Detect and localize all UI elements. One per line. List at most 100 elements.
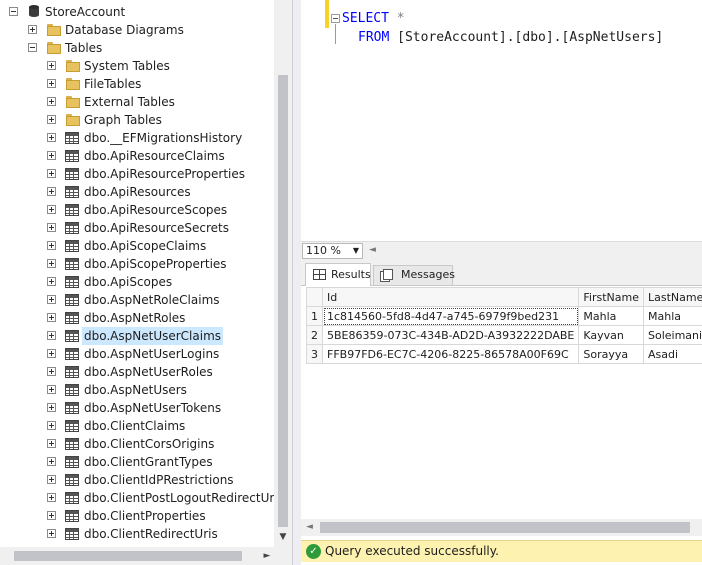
expand-toggle[interactable] [47, 259, 56, 268]
expand-toggle[interactable] [47, 475, 56, 484]
expand-toggle[interactable] [47, 223, 56, 232]
tree-node-external-tables[interactable]: External Tables [0, 93, 274, 111]
expand-toggle[interactable] [47, 115, 56, 124]
tree-node-graph-tables[interactable]: Graph Tables [0, 111, 274, 129]
expand-toggle[interactable] [47, 385, 56, 394]
scrollbar-thumb[interactable] [14, 551, 242, 561]
tree-node-table[interactable]: dbo.ClientRedirectUris [0, 525, 274, 543]
folder-icon [66, 114, 80, 126]
column-header[interactable]: LastName [642, 287, 702, 307]
expand-toggle[interactable] [47, 169, 56, 178]
table-row[interactable]: 3 FFB97FD6-EC7C-4206-8225-86578A00F69C S… [306, 344, 702, 364]
tree-node-table[interactable]: dbo.ApiScopeProperties [0, 255, 274, 273]
row-number[interactable]: 1 [306, 306, 323, 326]
tree-node-table[interactable]: dbo.AspNetUsers [0, 381, 274, 399]
expand-toggle[interactable] [47, 511, 56, 520]
grid-cell[interactable]: 5BE86359-073C-434B-AD2D-A3932222DABE [321, 325, 580, 345]
tree-node-table[interactable]: dbo.ClientCorsOrigins [0, 435, 274, 453]
tree-node-label: FileTables [84, 77, 142, 91]
tree-node-table[interactable]: dbo.ClientClaims [0, 417, 274, 435]
outline-collapse-icon[interactable] [331, 14, 340, 23]
expand-toggle[interactable] [47, 205, 56, 214]
tree-node-table[interactable]: dbo.AspNetUserRoles [0, 363, 274, 381]
tree-node-table[interactable]: dbo.ClientGrantTypes [0, 453, 274, 471]
collapse-toggle[interactable] [28, 43, 37, 52]
expand-toggle[interactable] [47, 529, 56, 538]
tree-node-tables[interactable]: Tables [0, 39, 274, 57]
tree-node-table[interactable]: dbo.__EFMigrationsHistory [0, 129, 274, 147]
tree-node-table[interactable]: dbo.ApiResources [0, 183, 274, 201]
expand-toggle[interactable] [47, 439, 56, 448]
table-row[interactable]: 1 1c814560-5fd8-4d47-a745-6979f9bed231 M… [306, 306, 702, 326]
grid-cell[interactable]: Sorayya [578, 344, 644, 364]
tree-node-system-tables[interactable]: System Tables [0, 57, 274, 75]
expand-toggle[interactable] [47, 421, 56, 430]
tree-node-table[interactable]: dbo.AspNetUserTokens [0, 399, 274, 417]
grid-cell[interactable]: Kayvan [578, 325, 644, 345]
expand-toggle[interactable] [47, 331, 56, 340]
tree-node-database-diagrams[interactable]: Database Diagrams [0, 21, 274, 39]
tree-node-table[interactable]: dbo.AspNetRoles [0, 309, 274, 327]
tree-node-label: dbo.AspNetUsers [84, 383, 187, 397]
grid-cell[interactable]: 1c814560-5fd8-4d47-a745-6979f9bed231 [321, 306, 580, 326]
expand-toggle[interactable] [47, 151, 56, 160]
expand-toggle[interactable] [47, 61, 56, 70]
expand-toggle[interactable] [47, 313, 56, 322]
pane-splitter[interactable] [292, 0, 301, 565]
tree-node-table[interactable]: dbo.AspNetUserClaims [0, 327, 274, 345]
tree-node-table[interactable]: dbo.ClientPostLogoutRedirectUris [0, 489, 284, 507]
column-header[interactable]: FirstName [578, 287, 644, 307]
tree-node-table[interactable]: dbo.ClientIdPRestrictions [0, 471, 274, 489]
tree-node-label: dbo.ClientGrantTypes [84, 455, 213, 469]
tab-messages[interactable]: Messages [373, 265, 455, 285]
grid-cell[interactable]: Mahla [578, 306, 644, 326]
expand-toggle[interactable] [47, 277, 56, 286]
tree-vertical-scrollbar[interactable]: ▼ [274, 0, 292, 547]
query-editor[interactable]: SELECT * FROM [StoreAccount].[dbo].[AspN… [301, 0, 702, 240]
expand-toggle[interactable] [47, 457, 56, 466]
expand-toggle[interactable] [47, 295, 56, 304]
tree-node-table[interactable]: dbo.ApiResourceSecrets [0, 219, 274, 237]
grid-cell[interactable]: Asadi [642, 344, 702, 364]
tab-results[interactable]: Results [305, 263, 371, 287]
expand-toggle[interactable] [47, 367, 56, 376]
tree-horizontal-scrollbar[interactable]: ► [0, 547, 274, 565]
tree-node-table[interactable]: dbo.ApiResourceScopes [0, 201, 274, 219]
scroll-left-arrow-icon[interactable]: ◄ [306, 522, 313, 532]
tree-node-table[interactable]: dbo.AspNetRoleClaims [0, 291, 274, 309]
grid-cell[interactable]: FFB97FD6-EC7C-4206-8225-86578A00F69C [321, 344, 580, 364]
tree-node-table[interactable]: dbo.ApiScopeClaims [0, 237, 274, 255]
expand-toggle[interactable] [47, 97, 56, 106]
expand-toggle[interactable] [47, 79, 56, 88]
zoom-select[interactable]: 110 % ▼ [302, 243, 363, 259]
expand-toggle[interactable] [47, 493, 56, 502]
expand-toggle[interactable] [47, 403, 56, 412]
expand-toggle[interactable] [47, 241, 56, 250]
scroll-right-arrow-icon[interactable]: ► [262, 551, 272, 561]
expand-toggle[interactable] [47, 187, 56, 196]
grid-cell[interactable]: Soleimani [642, 325, 702, 345]
collapse-toggle[interactable] [9, 7, 18, 16]
results-horizontal-scrollbar[interactable]: ◄ [301, 519, 702, 536]
scroll-down-arrow-icon[interactable]: ▼ [278, 533, 288, 542]
tree-node-table[interactable]: dbo.ApiScopes [0, 273, 274, 291]
tree-node-filetables[interactable]: FileTables [0, 75, 274, 93]
row-number[interactable]: 2 [306, 325, 323, 345]
scrollbar-thumb[interactable] [320, 522, 690, 533]
expand-toggle[interactable] [28, 25, 37, 34]
scroll-left-arrow-icon[interactable]: ◄ [369, 245, 376, 255]
tree-node-table[interactable]: dbo.AspNetUserLogins [0, 345, 274, 363]
tree-node-table[interactable]: dbo.ApiResourceProperties [0, 165, 274, 183]
row-number-header[interactable] [306, 287, 323, 307]
tree-node-database[interactable]: StoreAccount [0, 3, 274, 21]
table-row[interactable]: 2 5BE86359-073C-434B-AD2D-A3932222DABE K… [306, 325, 702, 345]
grid-cell[interactable]: Mahla [642, 306, 702, 326]
tree-node-table[interactable]: dbo.ClientProperties [0, 507, 274, 525]
tree-node-table[interactable]: dbo.ApiResourceClaims [0, 147, 274, 165]
scrollbar-thumb[interactable] [278, 75, 288, 527]
status-message: Query executed successfully. [325, 544, 499, 558]
column-header[interactable]: Id [321, 287, 580, 307]
expand-toggle[interactable] [47, 349, 56, 358]
row-number[interactable]: 3 [306, 344, 323, 364]
expand-toggle[interactable] [47, 133, 56, 142]
